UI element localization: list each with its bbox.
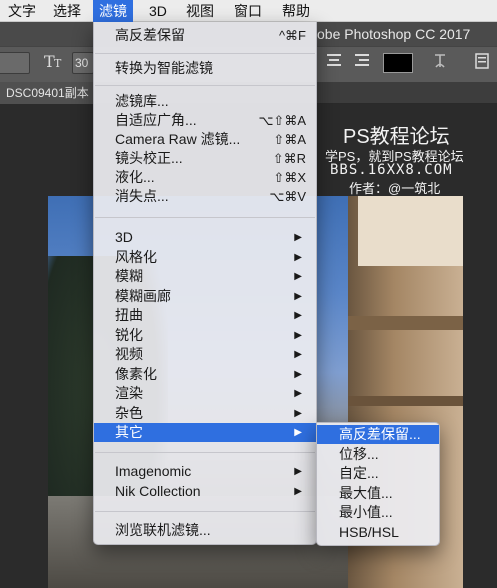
align-center-icon[interactable] (322, 52, 346, 74)
submenu-arrow-icon: ▶ (294, 232, 302, 243)
document-tab[interactable]: DSC09401副本 (0, 82, 96, 104)
submenu-arrow-icon: ▶ (294, 369, 302, 380)
submenu-arrow-icon: ▶ (294, 466, 302, 477)
menu-item-camera-raw[interactable]: Camera Raw 滤镜... ⇧⌘A (94, 130, 316, 149)
font-family-dropdown[interactable] (0, 52, 30, 74)
submenu-arrow-icon: ▶ (294, 408, 302, 419)
photo-roof (358, 196, 463, 266)
menu-bar: 文字 选择 滤镜 3D 视图 窗口 帮助 (0, 0, 497, 22)
menu-separator (95, 217, 315, 218)
menu-item-vanishing-point[interactable]: 消失点... ⌥⌘V (94, 187, 316, 206)
menu-filter[interactable]: 滤镜 (93, 0, 133, 22)
photo-beam (348, 316, 463, 330)
submenu-item-hsb-hsl[interactable]: HSB/HSL (317, 523, 439, 542)
menu-item-imagenomic[interactable]: Imagenomic ▶ (94, 462, 316, 481)
menu-type[interactable]: 文字 (2, 0, 42, 22)
photo-beam-lower (348, 396, 463, 406)
menu-item-noise[interactable]: 杂色 ▶ (94, 404, 316, 423)
submenu-item-high-pass[interactable]: 高反差保留... (317, 425, 439, 444)
submenu-item-minimum[interactable]: 最小值... (317, 503, 439, 522)
menu-item-other[interactable]: 其它 ▶ (94, 423, 316, 442)
menu-separator (95, 85, 315, 86)
menu-item-liquify[interactable]: 液化... ⇧⌘X (94, 168, 316, 187)
menu-3d[interactable]: 3D (143, 0, 173, 22)
menu-item-filter-gallery[interactable]: 滤镜库... (94, 92, 316, 111)
character-panel-icon[interactable] (470, 52, 494, 74)
watermark-site: BBS.16XX8.COM (330, 162, 453, 178)
menu-item-browse-filters-online[interactable]: 浏览联机滤镜... (94, 521, 316, 540)
menu-item-video[interactable]: 视频 ▶ (94, 345, 316, 364)
menu-separator (95, 511, 315, 512)
other-submenu: 高反差保留... 位移... 自定... 最大值... 最小值... HSB/H… (316, 422, 440, 546)
menu-select[interactable]: 选择 (47, 0, 87, 22)
submenu-arrow-icon: ▶ (294, 310, 302, 321)
submenu-arrow-icon: ▶ (294, 486, 302, 497)
menu-help[interactable]: 帮助 (276, 0, 316, 22)
warp-text-icon[interactable] (428, 52, 452, 74)
submenu-arrow-icon: ▶ (294, 388, 302, 399)
menu-item-3d[interactable]: 3D ▶ (94, 228, 316, 247)
font-size-field[interactable]: 30 (72, 52, 94, 74)
watermark-title: PS教程论坛 (343, 126, 450, 148)
menu-item-lens-correction[interactable]: 镜头校正... ⇧⌘R (94, 149, 316, 168)
font-size-icon: TT (42, 52, 66, 74)
menu-item-convert-smart-filter[interactable]: 转换为智能滤镜 (94, 59, 316, 78)
menu-item-blur[interactable]: 模糊 ▶ (94, 267, 316, 286)
filter-menu: 高反差保留 ^⌘F 转换为智能滤镜 滤镜库... 自适应广角... ⌥⇧⌘A C… (93, 22, 317, 545)
submenu-item-offset[interactable]: 位移... (317, 445, 439, 464)
menu-item-last-filter[interactable]: 高反差保留 ^⌘F (94, 26, 316, 45)
menu-item-render[interactable]: 渲染 ▶ (94, 384, 316, 403)
menu-view[interactable]: 视图 (180, 0, 220, 22)
submenu-arrow-icon: ▶ (294, 252, 302, 263)
submenu-arrow-icon: ▶ (294, 349, 302, 360)
submenu-arrow-icon: ▶ (294, 330, 302, 341)
menu-item-blur-gallery[interactable]: 模糊画廊 ▶ (94, 287, 316, 306)
submenu-arrow-icon: ▶ (294, 271, 302, 282)
menu-item-distort[interactable]: 扭曲 ▶ (94, 306, 316, 325)
submenu-item-maximum[interactable]: 最大值... (317, 484, 439, 503)
submenu-item-custom[interactable]: 自定... (317, 464, 439, 483)
submenu-arrow-icon: ▶ (294, 291, 302, 302)
submenu-arrow-icon: ▶ (294, 427, 302, 438)
app-title: obe Photoshop CC 2017 (317, 26, 471, 42)
menu-item-pixelate[interactable]: 像素化 ▶ (94, 365, 316, 384)
menu-item-sharpen[interactable]: 锐化 ▶ (94, 326, 316, 345)
menu-item-adaptive-wide-angle[interactable]: 自适应广角... ⌥⇧⌘A (94, 111, 316, 130)
watermark-author: 作者：@一筑北 (349, 181, 441, 196)
menu-separator (95, 452, 315, 453)
align-right-icon[interactable] (350, 52, 374, 74)
menu-item-stylize[interactable]: 风格化 ▶ (94, 248, 316, 267)
menu-item-nik-collection[interactable]: Nik Collection ▶ (94, 482, 316, 501)
menu-window[interactable]: 窗口 (228, 0, 268, 22)
menu-separator (95, 53, 315, 54)
text-color-swatch[interactable] (383, 53, 413, 73)
svg-text:T: T (54, 57, 62, 70)
